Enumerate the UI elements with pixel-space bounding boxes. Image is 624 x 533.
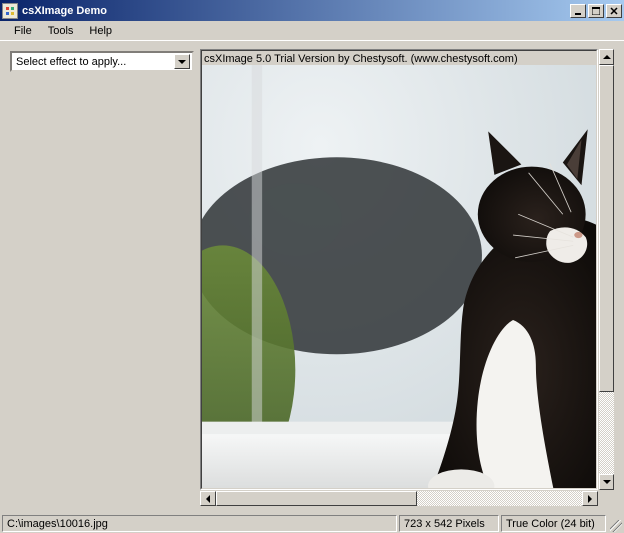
status-path: C:\images\10016.jpg	[2, 515, 397, 532]
maximize-button[interactable]	[588, 4, 604, 18]
menubar: File Tools Help	[0, 21, 624, 41]
status-color-mode: True Color (24 bit)	[501, 515, 606, 532]
watermark-text: csXImage 5.0 Trial Version by Chestysoft…	[204, 53, 518, 65]
vertical-scroll-track[interactable]	[599, 65, 614, 474]
vertical-scrollbar[interactable]	[598, 49, 614, 490]
close-button[interactable]	[606, 4, 622, 18]
scroll-corner	[598, 490, 614, 506]
scroll-right-button[interactable]	[582, 491, 598, 506]
menu-tools[interactable]: Tools	[40, 23, 82, 39]
statusbar: C:\images\10016.jpg 723 x 542 Pixels Tru…	[0, 514, 624, 533]
vertical-scroll-thumb[interactable]	[599, 65, 614, 392]
effect-select-text: Select effect to apply...	[16, 56, 174, 68]
client-area: Select effect to apply... csXImage 5.0 T…	[0, 41, 624, 514]
resize-grip[interactable]	[608, 515, 622, 532]
effect-select[interactable]: Select effect to apply...	[10, 51, 194, 72]
horizontal-scrollbar[interactable]	[200, 490, 598, 506]
scroll-down-button[interactable]	[599, 474, 614, 490]
menu-file[interactable]: File	[6, 23, 40, 39]
scroll-left-button[interactable]	[200, 491, 216, 506]
app-icon	[2, 3, 18, 19]
image-viewer: csXImage 5.0 Trial Version by Chestysoft…	[200, 49, 614, 506]
chevron-down-icon[interactable]	[174, 54, 190, 69]
scroll-up-button[interactable]	[599, 49, 614, 65]
status-dimensions: 723 x 542 Pixels	[399, 515, 499, 532]
horizontal-scroll-thumb[interactable]	[216, 491, 417, 506]
menu-help[interactable]: Help	[81, 23, 120, 39]
minimize-button[interactable]	[570, 4, 586, 18]
titlebar: csXImage Demo	[0, 0, 624, 21]
horizontal-scroll-track[interactable]	[216, 491, 582, 506]
image-viewport[interactable]: csXImage 5.0 Trial Version by Chestysoft…	[200, 49, 598, 490]
window-title: csXImage Demo	[22, 5, 568, 17]
image-content	[202, 65, 596, 488]
